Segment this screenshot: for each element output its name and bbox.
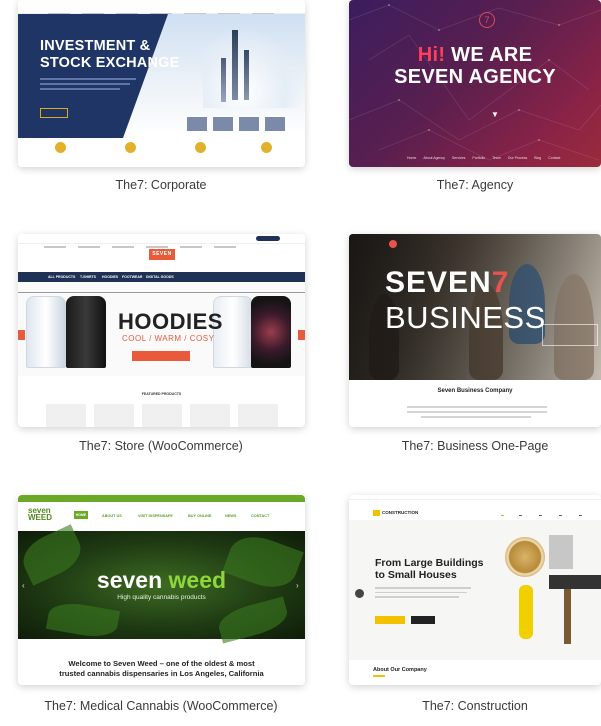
product-thumb (238, 404, 278, 427)
text-line (421, 416, 531, 418)
demo-card-corporate[interactable]: INVESTMENT & STOCK EXCHANGE (18, 0, 305, 167)
preview-tower (232, 30, 238, 100)
feature-icon (260, 142, 272, 153)
product-thumb (142, 404, 182, 427)
business-logo (389, 240, 397, 248)
demo-card-construction[interactable]: CONSTRUCTION ▬ ▬ ▬ ▬ ▬ From Large Buildi… (349, 495, 601, 685)
gear-image (505, 537, 545, 577)
preview-welcome-text: Welcome to Seven Weed – one of the oldes… (59, 659, 264, 678)
preview-secondary-button (411, 616, 435, 624)
section-underline (373, 675, 385, 677)
nav-item: BUY ONLINE (188, 514, 212, 518)
slider-next-arrow (298, 330, 305, 340)
nav-item: NEWS (225, 514, 237, 518)
demo-card-weed[interactable]: seven WEED HOME ABOUT US VISIT DISPENSARY… (18, 495, 305, 685)
demo-caption-weed[interactable]: The7: Medical Cannabis (WooCommerce) (16, 699, 306, 713)
preview-tower (221, 58, 226, 102)
slider-prev-icon (355, 589, 364, 598)
preview-primary-button (375, 616, 405, 624)
preview-top-nav (18, 0, 305, 15)
nav-item-home: HOME (74, 511, 88, 519)
hoodie-image (251, 296, 291, 368)
preview-thumbnail (264, 116, 286, 132)
product-thumb (94, 404, 134, 427)
store-logo: SEVEN (149, 249, 175, 260)
preview-feature (30, 142, 90, 156)
preview-menu-bar: ALL PRODUCTS T-SHIRTS HOODIES FOOTWEAR D… (18, 272, 305, 282)
feature-icon (194, 142, 206, 153)
nav-item: VISIT DISPENSARY (138, 514, 174, 518)
agency-logo-icon: 7 (479, 12, 495, 28)
nav-item: ▬ (579, 513, 582, 517)
preview-hero-title-line2: BUSINESS (385, 300, 546, 335)
hammer-image (549, 575, 601, 589)
demo-caption-store[interactable]: The7: Store (WooCommerce) (16, 439, 306, 453)
preview-top-links (44, 238, 248, 256)
preview-cta-button (132, 351, 190, 361)
nav-item: ▬ (539, 513, 542, 517)
demo-caption-construction[interactable]: The7: Construction (349, 699, 601, 713)
text-line (407, 406, 547, 408)
featured-heading: FEATURED PRODUCTS (141, 392, 182, 396)
preview-hero-text (40, 78, 138, 98)
nav-item: ABOUT US (102, 514, 122, 518)
preview-thumbnail (186, 116, 208, 132)
preview-top-bar (349, 495, 601, 500)
preview-hero-title: INVESTMENT & STOCK EXCHANGE (40, 38, 180, 71)
preview-hero-subtitle: High quality cannabis products (117, 594, 206, 601)
preview-hero-text (375, 587, 471, 601)
demo-card-agency[interactable]: 7 Hi! WE ARE SEVEN AGENCY ▼ Home About Ag… (349, 0, 601, 167)
preview-hero-title: From Large Buildings to Small Houses (375, 557, 484, 581)
preview-tower (244, 50, 249, 100)
preview-hero-title: SEVEN7 (385, 266, 510, 299)
preview-nav: Home About Agency Services Portfolio Team Our… (407, 156, 561, 160)
preview-cloud-city (203, 28, 303, 108)
preview-hero-title: seven weed (96, 567, 227, 593)
preview-phone-box (542, 324, 598, 346)
slider-next-icon: › (296, 581, 299, 590)
slider-prev-icon: ‹ (22, 581, 25, 590)
preview-hero-subtitle: COOL / WARM / COSY (122, 334, 215, 343)
preview-hero-button (40, 108, 68, 118)
demo-caption-corporate[interactable]: The7: Corporate (16, 178, 306, 192)
hoodie-image (66, 296, 106, 368)
preview-hero-title: HOODIES (118, 309, 223, 334)
hoodie-image (26, 296, 66, 368)
nav-item: ▬ (559, 513, 562, 517)
preview-section-title: Seven Business Company (437, 388, 513, 394)
nav-item: ▬ (501, 513, 504, 517)
preview-thumbnail (238, 116, 260, 132)
preview-top-bar (18, 495, 305, 502)
feature-icon (124, 142, 136, 153)
construction-logo-icon (373, 510, 380, 516)
hammer-handle-image (564, 589, 571, 644)
text-line (407, 411, 547, 413)
preview-top-bar (18, 234, 305, 248)
demo-caption-agency[interactable]: The7: Agency (349, 178, 601, 192)
construction-logo: CONSTRUCTION (373, 510, 418, 516)
preview-hero-title-line2: SEVEN AGENCY (394, 66, 556, 88)
preview-thumbnail (212, 116, 234, 132)
preview-hero-title: Hi! WE ARE (417, 44, 533, 66)
preview-section-title: About Our Company (373, 667, 427, 673)
demo-caption-business[interactable]: The7: Business One-Page (349, 439, 601, 453)
preview-feature (236, 142, 296, 156)
feature-icon (54, 142, 66, 153)
preview-feature (170, 142, 230, 156)
screwdriver-image (519, 585, 533, 639)
nav-item: CONTACT (251, 514, 270, 518)
scroll-down-icon: ▼ (491, 110, 499, 119)
product-thumb (190, 404, 230, 427)
product-thumb (46, 404, 86, 427)
preview-feature (100, 142, 160, 156)
weed-logo: seven WEED (28, 506, 52, 522)
preview-clothesline (18, 292, 305, 293)
demo-card-store[interactable]: SEVEN ALL PRODUCTS T-SHIRTS HOODIES FOOT… (18, 234, 305, 427)
slider-prev-arrow (18, 330, 25, 340)
parts-box-image (549, 535, 573, 569)
social-icons (256, 236, 280, 241)
demo-card-business[interactable]: SEVEN7 BUSINESS Seven Business Company (349, 234, 601, 427)
nav-item: ▬ (519, 513, 522, 517)
